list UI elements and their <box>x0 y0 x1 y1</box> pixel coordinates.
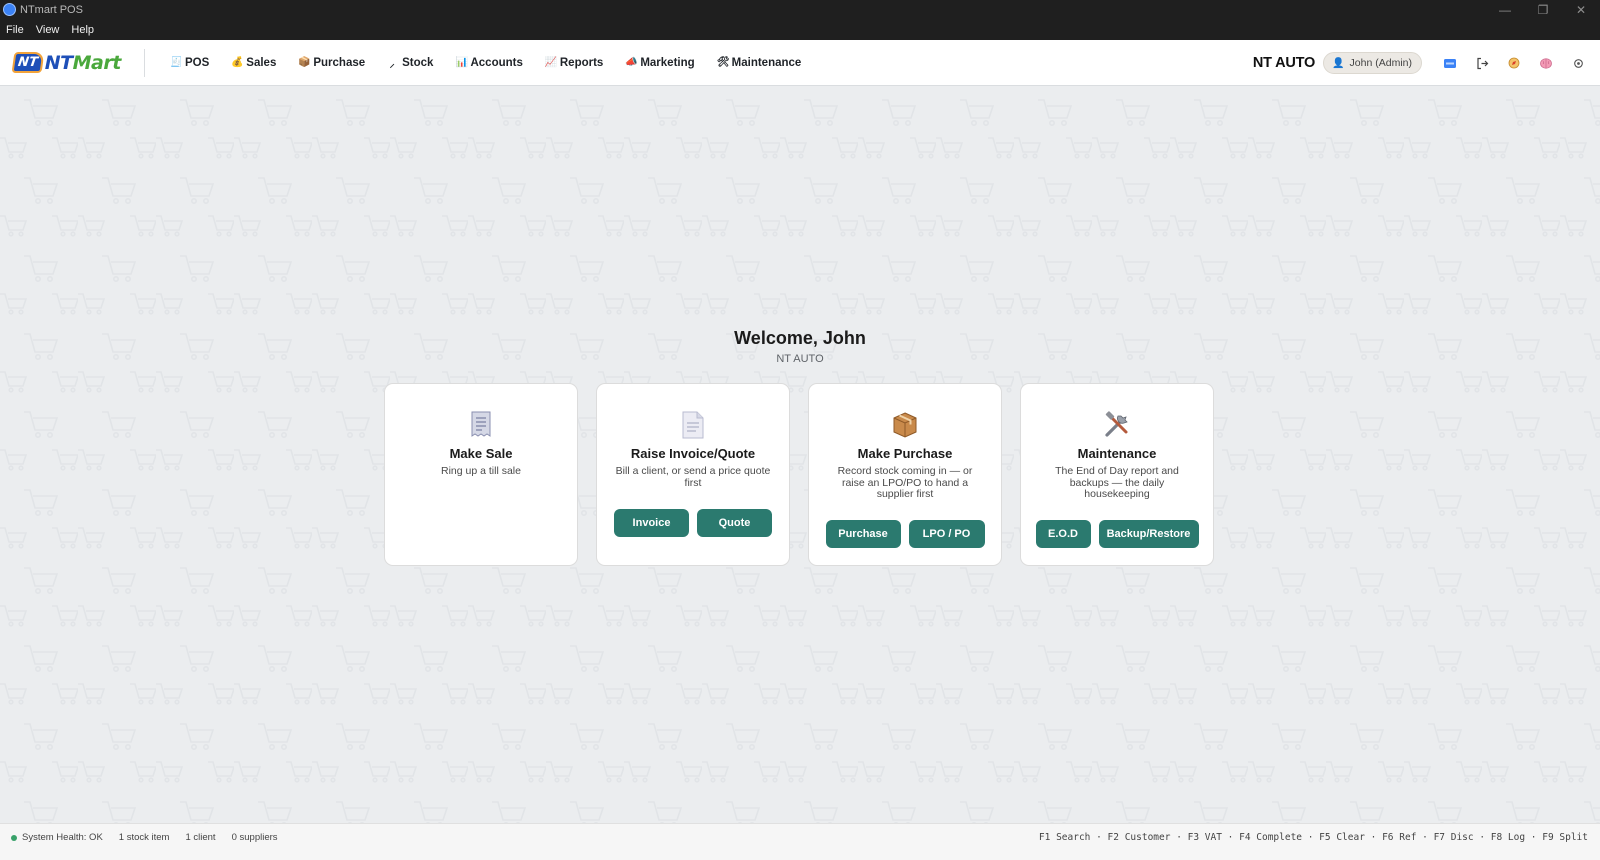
receipt-icon: 🧾 <box>170 57 183 68</box>
new-badge-icon[interactable] <box>1440 53 1460 73</box>
user-icon: 👤 <box>1332 57 1345 69</box>
nav-label: Sales <box>246 56 277 69</box>
line-chart-icon: 📈 <box>544 57 558 68</box>
compass-icon[interactable] <box>1504 53 1524 73</box>
nav-accounts[interactable]: 📊 Accounts <box>444 40 533 86</box>
menu-view[interactable]: View <box>30 24 66 36</box>
status-summary: System Health: OK 1 stock item 1 client … <box>11 832 294 843</box>
card-description: Record stock coming in — or raise an LPO… <box>837 465 973 500</box>
window-title: NTmart POS <box>20 3 83 16</box>
home-dashboard: Welcome, John NT AUTO Make Sale Ring up … <box>0 86 1600 823</box>
money-bag-icon: 💰 <box>231 57 244 68</box>
client-count: 1 client <box>185 832 216 843</box>
make-purchase-card: Make Purchase Record stock coming in — o… <box>808 383 1002 566</box>
megaphone-icon: 📣 <box>625 57 638 68</box>
card-title: Raise Invoice/Quote <box>630 446 756 461</box>
ntmart-logo[interactable]: NT NTMart <box>11 51 133 74</box>
menu-help[interactable]: Help <box>65 24 100 36</box>
card-description: Ring up a till sale <box>441 465 521 477</box>
cart-pattern-background <box>0 86 1600 823</box>
card-description: The End of Day report and backups — the … <box>1055 465 1179 500</box>
menu-file[interactable]: File <box>0 24 30 36</box>
welcome-title: Welcome, John <box>734 328 866 348</box>
make-sale-card[interactable]: Make Sale Ring up a till sale <box>384 383 578 566</box>
broom-icon: ⸝ <box>389 58 395 70</box>
invoice-button[interactable]: Invoice <box>614 509 689 537</box>
quote-button[interactable]: Quote <box>697 509 772 537</box>
nav-maintenance[interactable]: 🛠 Maintenance <box>706 40 813 86</box>
package-icon: 📦 <box>298 57 311 68</box>
package-icon <box>809 410 1001 440</box>
logo-wordmark: NTMart <box>44 51 122 74</box>
nav-label: Marketing <box>640 56 695 69</box>
backup-restore-button[interactable]: Backup/Restore <box>1098 520 1199 548</box>
window-controls: — ❐ ✕ <box>1486 0 1600 19</box>
system-health: System Health: OK <box>22 832 103 843</box>
nav-stock[interactable]: ⸝ Stock <box>376 40 444 86</box>
nav-marketing[interactable]: 📣 Marketing <box>614 40 705 86</box>
header-right: NT AUTO 👤 John (Admin) <box>1253 40 1600 86</box>
nav-label: Reports <box>559 56 604 69</box>
logout-icon[interactable] <box>1472 53 1492 73</box>
close-icon[interactable]: ✕ <box>1562 0 1600 19</box>
eod-button[interactable]: E.O.D <box>1035 520 1091 548</box>
health-indicator <box>11 834 17 841</box>
card-title: Maintenance <box>1077 446 1157 461</box>
nav-label: Maintenance <box>731 56 802 69</box>
main-nav: 🧾 POS 💰 Sales 📦 Purchase ⸝ Stock 📊 Accounts 📈… <box>159 40 812 86</box>
supplier-count: 0 suppliers <box>231 832 278 843</box>
bar-chart-icon: 📊 <box>455 57 468 68</box>
nav-sales[interactable]: 💰 Sales <box>220 40 287 86</box>
status-bar: System Health: OK 1 stock item 1 client … <box>0 823 1600 860</box>
receipt-icon <box>385 410 577 440</box>
purchase-button[interactable]: Purchase <box>825 520 901 548</box>
header-divider <box>144 48 145 77</box>
nav-label: POS <box>185 56 210 69</box>
stock-count: 1 stock item <box>118 832 170 843</box>
raise-invoice-quote-card: Raise Invoice/Quote Bill a client, or se… <box>596 383 790 566</box>
logo-badge: NT <box>11 52 45 73</box>
welcome-subtitle: NT AUTO <box>776 353 824 365</box>
card-actions: Invoice Quote <box>597 509 789 537</box>
nav-label: Stock <box>402 56 434 69</box>
app-icon <box>3 3 16 16</box>
nav-reports[interactable]: 📈 Reports <box>534 40 614 86</box>
keyboard-shortcuts: F1 Search · F2 Customer · F3 VAT · F4 Co… <box>1038 832 1588 843</box>
nav-label: Accounts <box>470 56 523 69</box>
nav-pos[interactable]: 🧾 POS <box>159 40 220 86</box>
document-icon <box>597 410 789 440</box>
company-name: NT AUTO <box>1252 55 1316 71</box>
minimize-icon[interactable]: — <box>1486 0 1524 19</box>
tools-icon <box>1021 410 1213 440</box>
nav-purchase[interactable]: 📦 Purchase <box>287 40 376 86</box>
brain-icon[interactable] <box>1536 53 1556 73</box>
user-menu[interactable]: 👤 John (Admin) <box>1323 52 1422 74</box>
tools-icon: 🛠 <box>716 57 730 68</box>
menu-bar: File View Help <box>0 19 1600 40</box>
restore-icon[interactable]: ❐ <box>1524 0 1562 19</box>
user-name: John (Admin) <box>1349 57 1412 69</box>
window-titlebar: NTmart POS — ❐ ✕ <box>0 0 1600 19</box>
card-title: Make Sale <box>449 446 513 461</box>
card-actions: E.O.D Backup/Restore <box>1021 520 1213 548</box>
app-header: NT NTMart 🧾 POS 💰 Sales 📦 Purchase ⸝ Stock 📊… <box>0 40 1600 86</box>
lpo-po-button[interactable]: LPO / PO <box>908 520 985 548</box>
card-title: Make Purchase <box>857 446 953 461</box>
card-description: Bill a client, or send a price quote fir… <box>615 465 771 489</box>
card-actions: Purchase LPO / PO <box>809 520 1001 548</box>
nav-label: Purchase <box>313 56 366 69</box>
maintenance-card: Maintenance The End of Day report and ba… <box>1020 383 1214 566</box>
gear-icon[interactable] <box>1568 53 1588 73</box>
